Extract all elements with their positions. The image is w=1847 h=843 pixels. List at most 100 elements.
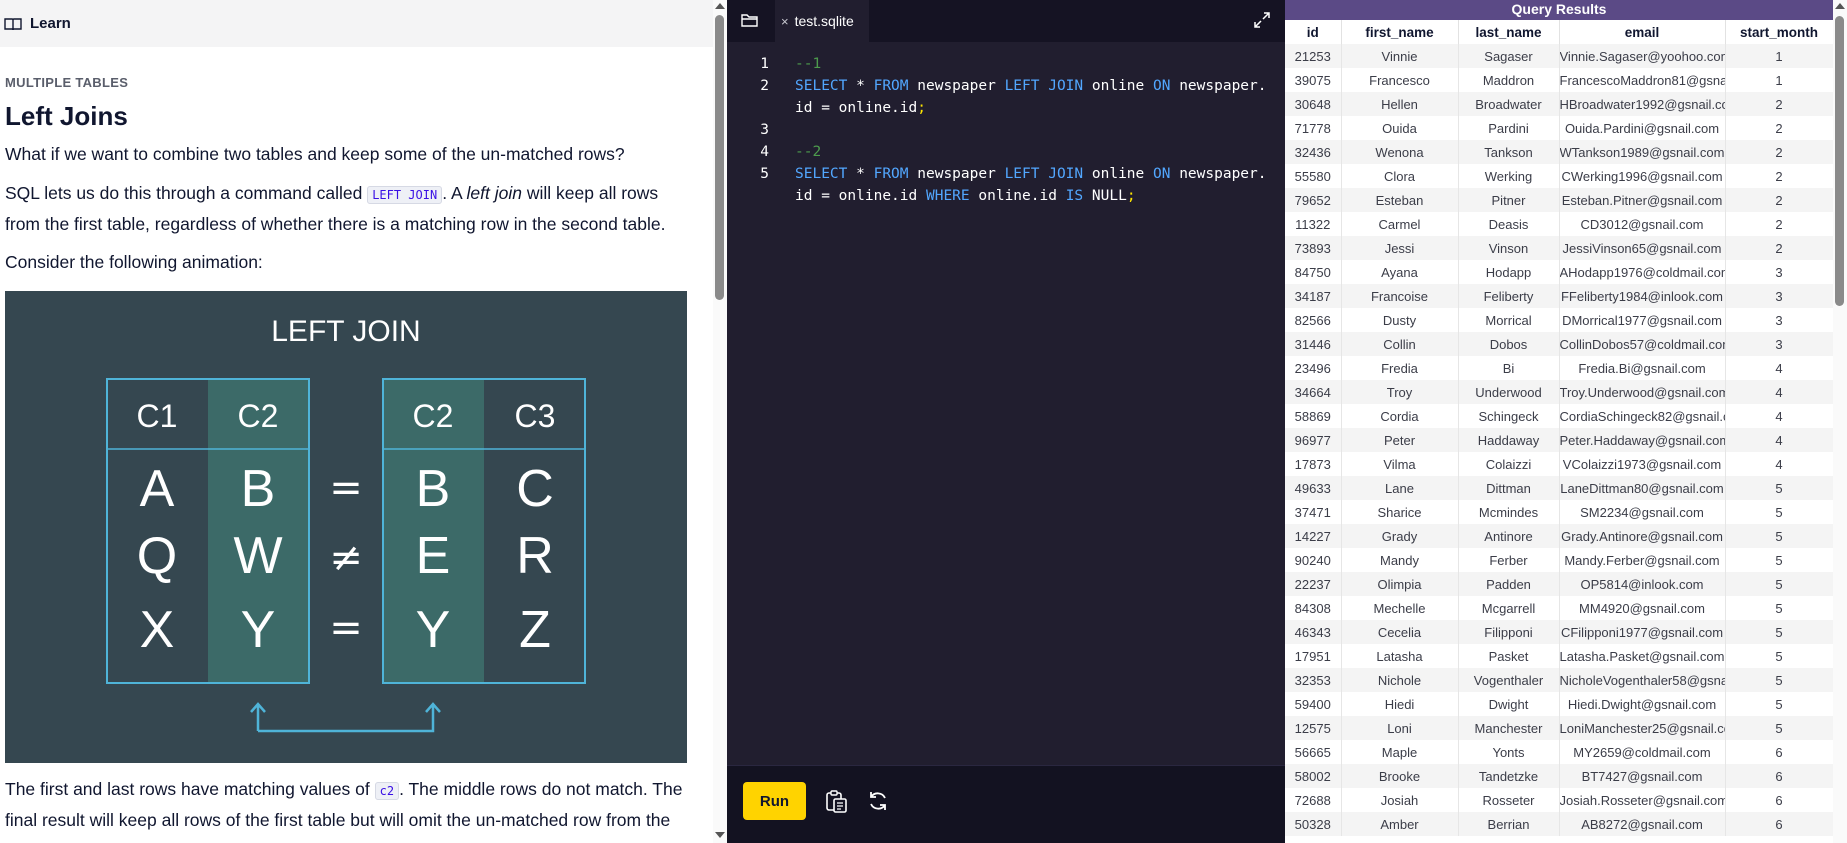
table-cell: JessiVinson65@gsnail.com [1559,236,1726,260]
right-cell: Z [519,601,551,659]
table-row: 21253 Vinnie Sagaser Vinnie.Sagaser@yoohoo.… [1285,44,1834,68]
join-connector-arrow [250,702,441,733]
table-cell: Tankson [1458,140,1560,164]
inline-code-left-join: LEFT JOIN [367,186,443,204]
table-cell: Peter [1341,428,1459,452]
table-cell: 96977 [1285,428,1342,452]
code-line-2-wrap[interactable]: id = online.id; [795,100,926,116]
code-token: online [1091,78,1145,94]
table-cell: VColaizzi1973@gsnail.com [1559,452,1726,476]
table-cell: 6 [1725,740,1834,764]
table-cell: 46343 [1285,620,1342,644]
table-cell: Sharice [1341,500,1459,524]
column-header: first_name [1341,20,1459,44]
table-cell: Sagaser [1458,44,1560,68]
code-token: ON [1153,78,1171,94]
table-cell: Amber [1341,812,1459,836]
table-cell: Lane [1341,476,1459,500]
learn-scrollbar-thumb[interactable] [715,15,724,300]
table-cell: 2 [1725,188,1834,212]
code-line-5-wrap[interactable]: id = online.id WHERE online.id IS NULL; [795,188,1136,204]
table-cell: 84308 [1285,596,1342,620]
table-cell: FFeliberty1984@inlook.com [1559,284,1726,308]
code-token: LEFT [1004,166,1040,182]
query-results-pane: Query Results id first_name last_name em… [1285,0,1847,843]
column-header: email [1559,20,1726,44]
table-cell: 56665 [1285,740,1342,764]
table-cell: 5 [1725,692,1834,716]
table-cell: 5 [1725,500,1834,524]
table-row: 17873 Vilma Colaizzi VColaizzi1973@gsnail.c… [1285,452,1834,476]
lesson-title: Left Joins [5,101,128,131]
tab-test-sqlite[interactable]: × test.sqlite [775,0,869,42]
table-cell: Hiedi [1341,692,1459,716]
table-cell: Mandy [1341,548,1459,572]
code-line-4[interactable]: --2 [795,144,821,160]
table-row: 58002 Brooke Tandetzke BT7427@gsnail.com 6 [1285,764,1834,788]
table-row: 34664 Troy Underwood Troy.Underwood@gsnail.… [1285,380,1834,404]
code-token: SELECT [795,166,848,182]
table-cell: 84750 [1285,260,1342,284]
code-token: online [1091,166,1145,182]
table-row: 84308 Mechelle Mcgarrell MM4920@gsnail.com 5 [1285,596,1834,620]
results-scrollbar-thumb[interactable] [1835,16,1844,306]
tab-label: test.sqlite [794,13,854,29]
code-token: online.id [978,188,1057,204]
close-tab-icon[interactable]: × [781,14,789,29]
table-cell: Vogenthaler [1458,668,1560,692]
table-cell: 39075 [1285,68,1342,92]
scroll-up-arrow[interactable] [715,3,725,9]
table-cell: Ayana [1341,260,1459,284]
table-cell: Morrical [1458,308,1560,332]
table-cell: 1 [1725,68,1834,92]
table-cell: 4 [1725,356,1834,380]
results-scroll-up-arrow[interactable] [1835,3,1845,9]
table-cell: OP5814@inlook.com [1559,572,1726,596]
table-cell: 22237 [1285,572,1342,596]
lesson-content: MULTIPLE TABLES Left Joins What if we wa… [0,75,700,835]
table-cell: 34664 [1285,380,1342,404]
table-cell: 5 [1725,644,1834,668]
table-cell: Clora [1341,164,1459,188]
table-cell: Vinson [1458,236,1560,260]
table-cell: CFilipponi1977@gsnail.com [1559,620,1726,644]
expand-icon[interactable] [1253,11,1271,29]
code-token: LEFT [1004,78,1040,94]
code-token: FROM [873,78,909,94]
table-cell: Jessi [1341,236,1459,260]
run-button[interactable]: Run [743,782,806,820]
table-cell: 73893 [1285,236,1342,260]
editor-tabbar: × test.sqlite [727,0,1285,42]
code-token: id [795,100,813,116]
table-cell: Maddron [1458,68,1560,92]
table-cell: LaneDittman80@gsnail.com [1559,476,1726,500]
folder-icon[interactable] [741,13,759,27]
table-row: 12575 Loni Manchester LoniManchester25@gsna… [1285,716,1834,740]
left-header-c2: C2 [238,398,279,434]
table-cell: BT7427@gsnail.com [1559,764,1726,788]
right-cell: R [516,527,554,585]
code-line-1[interactable]: --1 [795,56,821,72]
scroll-down-arrow[interactable] [715,832,725,838]
lesson-eyebrow: MULTIPLE TABLES [5,75,129,90]
emphasis-left-join: left join [466,183,522,203]
table-cell: 32353 [1285,668,1342,692]
refresh-icon[interactable] [865,788,891,814]
book-icon [4,17,22,30]
copy-icon[interactable] [823,788,849,814]
table-cell: Esteban [1341,188,1459,212]
table-cell: Mechelle [1341,596,1459,620]
code-line-5[interactable]: SELECT * FROM newspaper LEFT JOIN online… [795,166,1267,182]
code-line-2[interactable]: SELECT * FROM newspaper LEFT JOIN online… [795,78,1267,94]
